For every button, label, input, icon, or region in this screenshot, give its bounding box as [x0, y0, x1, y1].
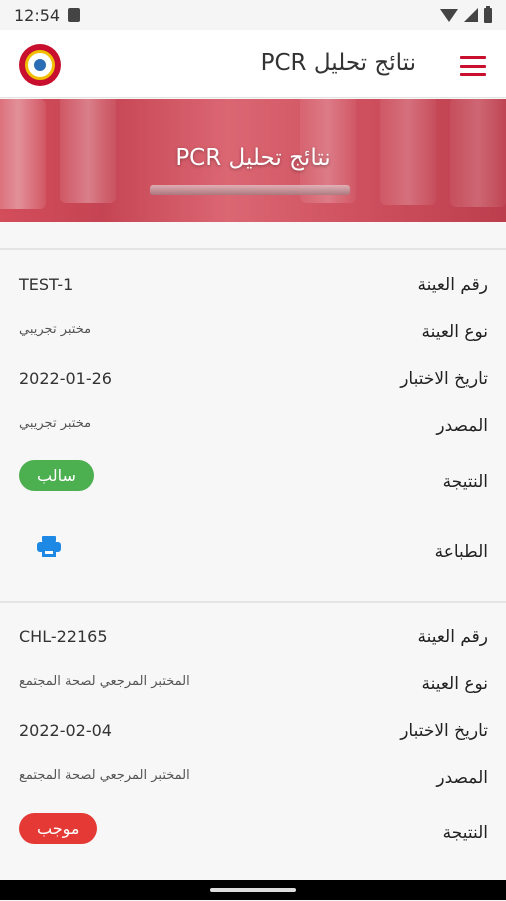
source-value: مختبر تجريبي — [19, 416, 92, 431]
sample-type-label: نوع العينة — [421, 674, 488, 694]
header-banner: نتائج تحليل PCR — [0, 99, 506, 222]
result-label: النتيجة — [442, 472, 488, 492]
sample-number-value: TEST-1 — [19, 275, 74, 294]
app-bar: نتائج تحليل PCR — [0, 30, 506, 98]
wifi-icon — [440, 8, 458, 22]
source-row: المصدر المختبر المرجعي لصحة المجتمع — [0, 768, 506, 798]
result-badge-negative: سالب — [19, 460, 94, 491]
test-date-label: تاريخ الاختبار — [400, 369, 488, 389]
status-time: 12:54 — [14, 5, 61, 25]
result-label: النتيجة — [442, 823, 488, 843]
result-row: النتيجة موجب — [0, 813, 506, 853]
sample-type-row: نوع العينة مختبر تجريبي — [0, 322, 506, 352]
test-date-row: تاريخ الاختبار 2022-02-04 — [0, 721, 506, 751]
banner-title: نتائج تحليل PCR — [175, 145, 331, 171]
print-icon[interactable] — [37, 536, 61, 558]
test-date-row: تاريخ الاختبار 2022-01-26 — [0, 369, 506, 399]
result-badge-positive: موجب — [19, 813, 98, 844]
sample-number-row: رقم العينة TEST-1 — [0, 275, 506, 305]
print-row: الطباعة — [0, 536, 506, 572]
test-date-label: تاريخ الاختبار — [400, 721, 488, 741]
result-card: رقم العينة TEST-1 نوع العينة مختبر تجريب… — [0, 248, 506, 601]
menu-icon[interactable] — [460, 56, 486, 76]
sample-type-value: المختبر المرجعي لصحة المجتمع — [19, 674, 190, 689]
result-card: رقم العينة CHL-22165 نوع العينة المختبر … — [0, 601, 506, 901]
status-bar: 12:54 — [0, 0, 506, 30]
battery-icon — [484, 5, 492, 23]
test-date-value: 2022-01-26 — [19, 369, 112, 388]
sim-icon — [68, 8, 81, 22]
sample-number-row: رقم العينة CHL-22165 — [0, 627, 506, 657]
sample-number-label: رقم العينة — [417, 275, 488, 295]
result-row: النتيجة سالب — [0, 460, 506, 502]
source-row: المصدر مختبر تجريبي — [0, 416, 506, 446]
home-handle[interactable] — [210, 888, 296, 892]
signal-icon — [464, 8, 478, 22]
source-label: المصدر — [436, 416, 488, 436]
sample-type-row: نوع العينة المختبر المرجعي لصحة المجتمع — [0, 674, 506, 704]
sample-type-label: نوع العينة — [421, 322, 488, 342]
system-nav-bar — [0, 880, 506, 900]
source-label: المصدر — [436, 768, 488, 788]
print-label: الطباعة — [434, 542, 488, 562]
results-list: رقم العينة TEST-1 نوع العينة مختبر تجريب… — [0, 222, 506, 901]
sample-number-label: رقم العينة — [417, 627, 488, 647]
source-value: المختبر المرجعي لصحة المجتمع — [19, 768, 190, 783]
logo-icon — [19, 44, 61, 86]
sample-type-value: مختبر تجريبي — [19, 322, 92, 337]
sample-number-value: CHL-22165 — [19, 627, 108, 646]
test-date-value: 2022-02-04 — [19, 721, 112, 740]
page-title: نتائج تحليل PCR — [260, 50, 416, 76]
